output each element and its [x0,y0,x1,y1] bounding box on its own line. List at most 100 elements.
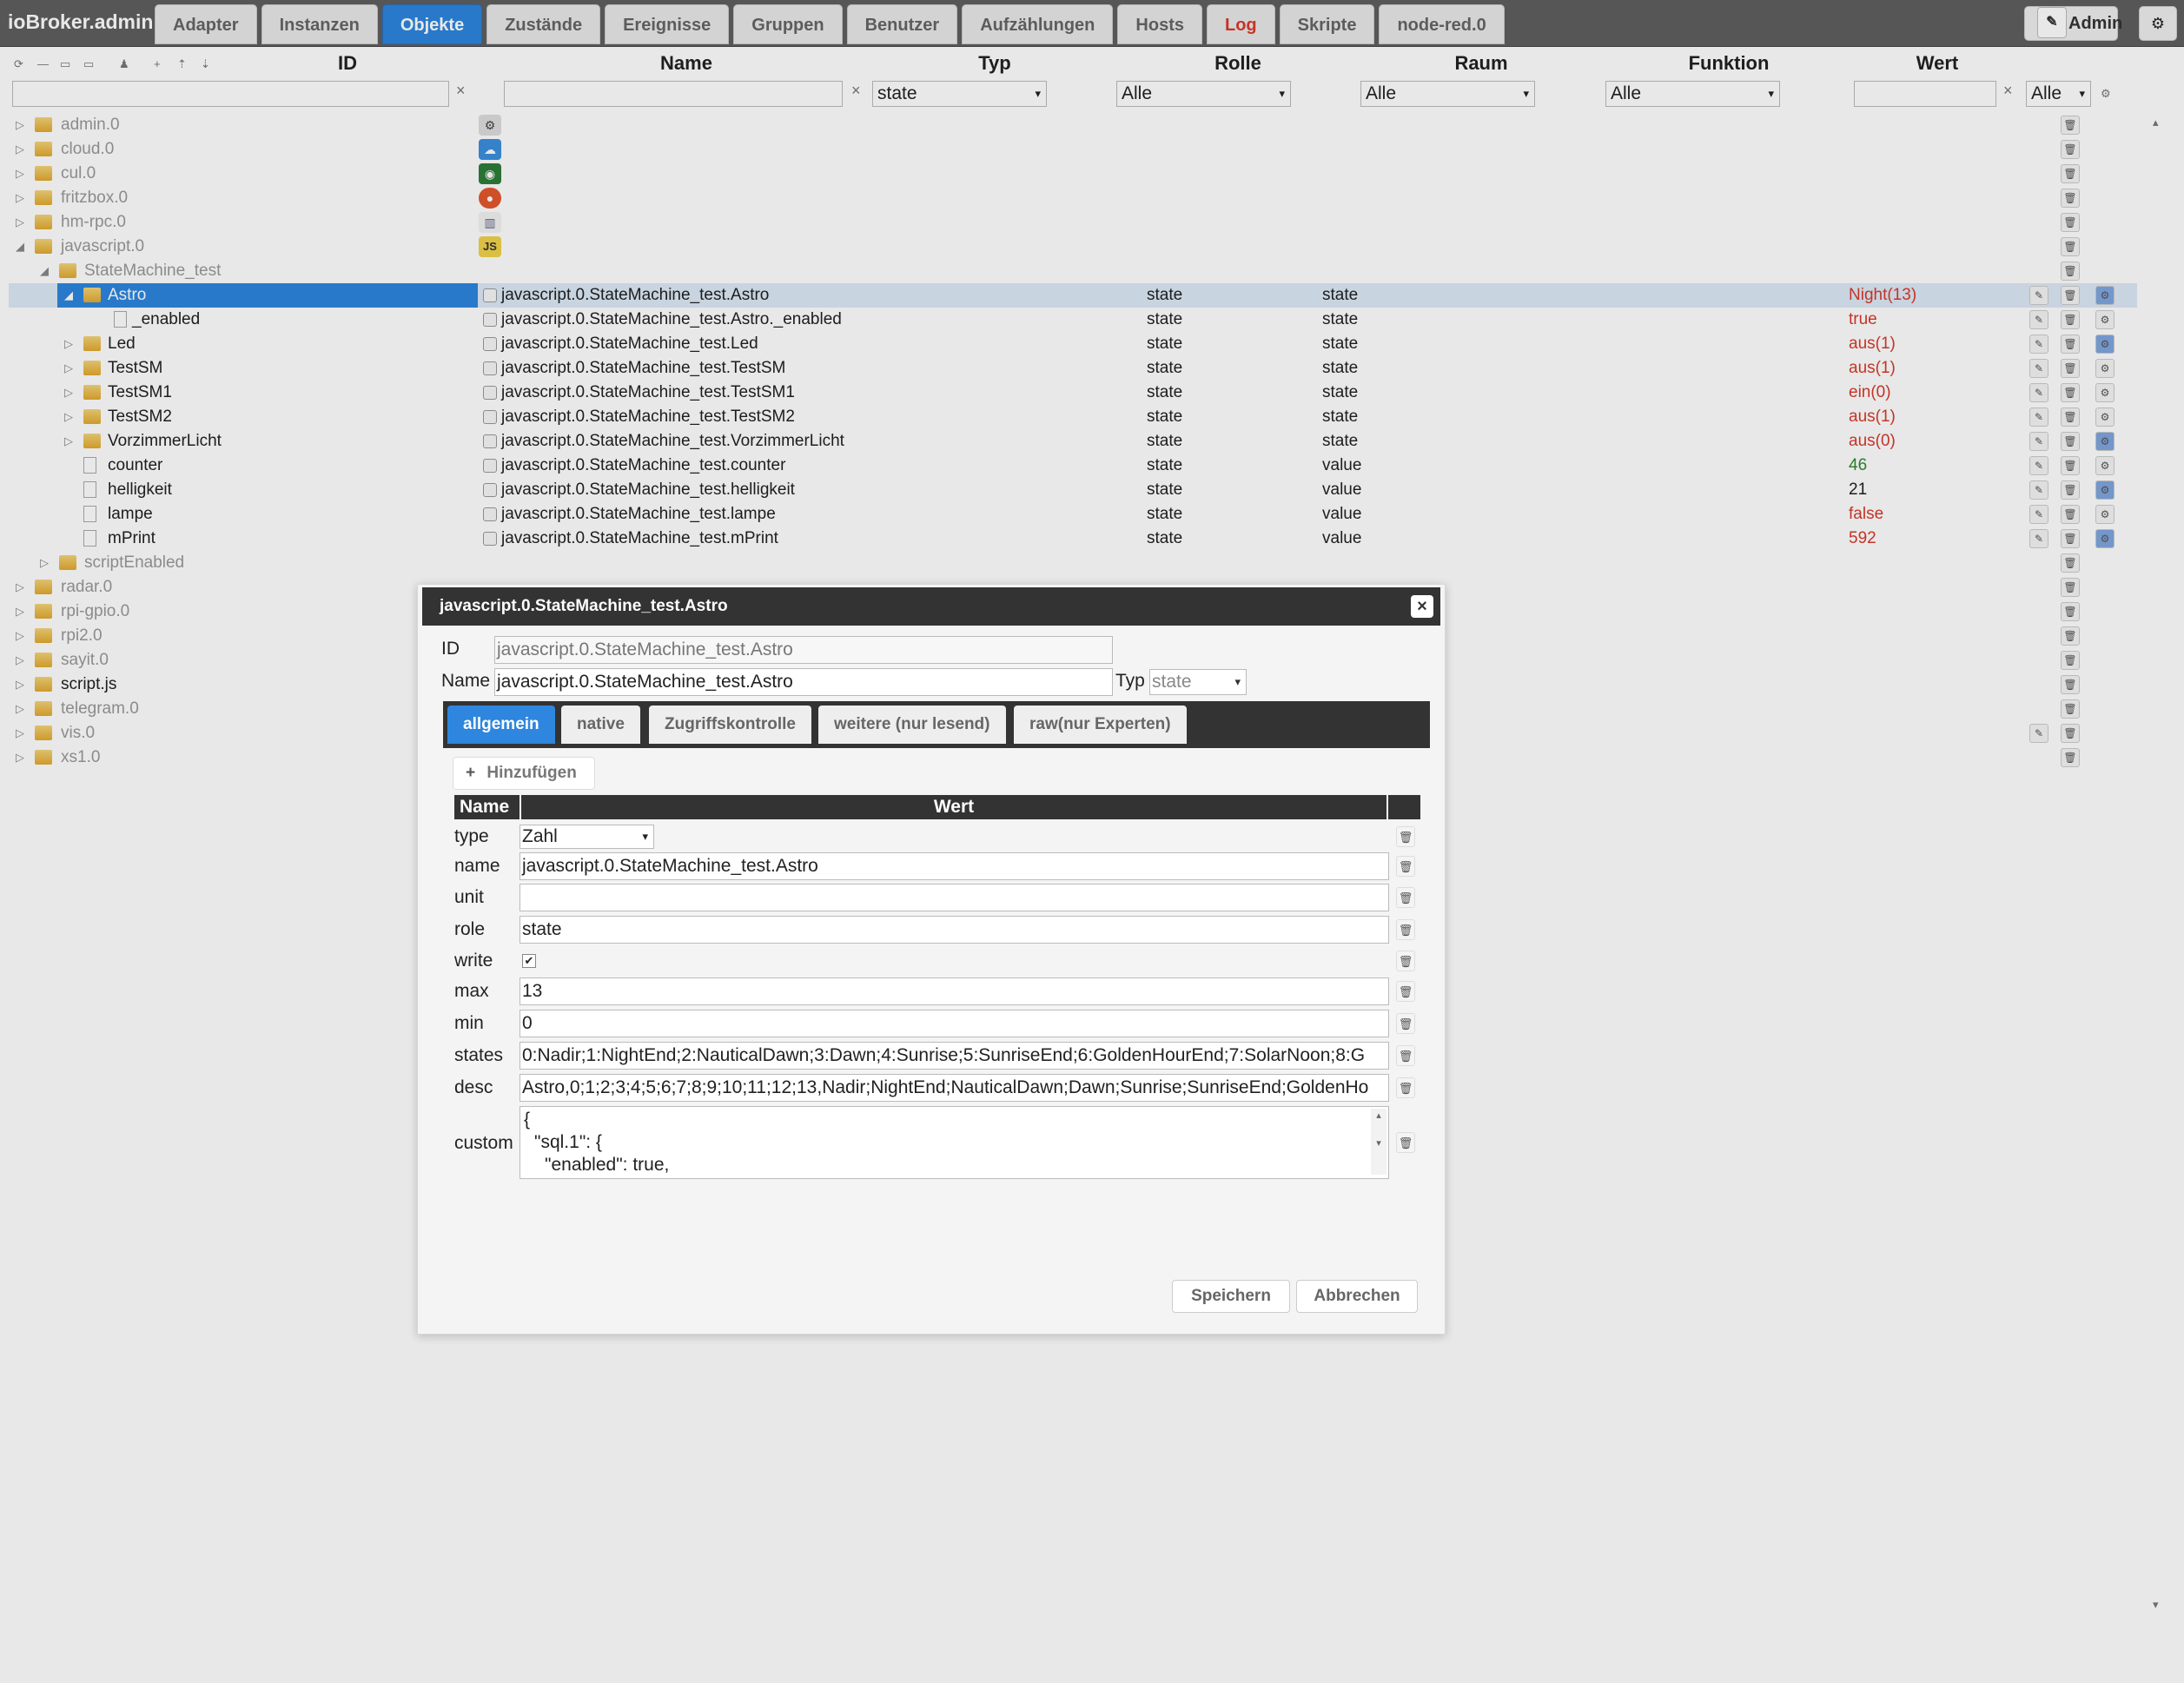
rolle-filter-select[interactable]: Alle ▾ [1116,81,1291,107]
tree-row-led[interactable]: ▷ Led javascript.0.StateMachine_test.Led… [0,332,2137,356]
tab-aufzaehlungen[interactable]: Aufzählungen [962,4,1114,44]
delete-icon[interactable]: 🗑 [2061,286,2080,305]
edit-icon[interactable]: ✎ [2029,407,2048,427]
tree-row-vorzimmerlicht[interactable]: ▷ VorzimmerLicht javascript.0.StateMachi… [0,429,2137,454]
max-value-input[interactable]: 13 [520,977,1389,1005]
history-icon[interactable]: ⚙ [2095,335,2115,354]
tree-row-hm-rpc[interactable]: ▷ hm-rpc.0 ▥ 🗑 [0,210,2137,235]
delete-icon[interactable]: 🗑 [1396,1077,1415,1098]
user-button[interactable]: ✎ Admin [2024,6,2122,41]
delete-icon[interactable]: 🗑 [2061,407,2080,427]
delete-icon[interactable]: 🗑 [2061,237,2080,256]
delete-icon[interactable]: 🗑 [2061,189,2080,208]
type-select[interactable]: Zahl ▾ [520,825,654,849]
role-value-input[interactable]: state [520,916,1389,944]
history-icon[interactable]: ⚙ [2095,407,2115,427]
min-value-input[interactable]: 0 [520,1010,1389,1037]
delete-icon[interactable]: 🗑 [1396,951,1415,971]
tree-row-testsm[interactable]: ▷ TestSM javascript.0.StateMachine_test.… [0,356,2137,381]
folder-open-icon[interactable]: ▭ [83,56,94,72]
edit-icon[interactable]: ✎ [2029,335,2048,354]
delete-icon[interactable]: 🗑 [2061,480,2080,500]
states-value-input[interactable]: 0:Nadir;1:NightEnd;2:NauticalDawn;3:Dawn… [520,1042,1389,1070]
tab-zugriffskontrolle[interactable]: Zugriffskontrolle [649,706,811,744]
delete-icon[interactable]: 🗑 [1396,1045,1415,1066]
delete-icon[interactable]: 🗑 [2061,651,2080,670]
tree-row-fritzbox[interactable]: ▷ fritzbox.0 ● 🗑 [0,186,2137,210]
delete-icon[interactable]: 🗑 [2061,724,2080,743]
edit-icon[interactable]: ✎ [2029,529,2048,548]
desc-value-input[interactable]: Astro,0;1;2;3;4;5;6;7;8;9;10;11;12;13,Na… [520,1074,1389,1102]
history-icon[interactable]: ⚙ [2095,383,2115,402]
delete-icon[interactable]: 🗑 [2061,553,2080,573]
write-checkbox[interactable]: ✔ [522,954,536,968]
wert-filter-select[interactable]: Alle ▾ [2026,81,2091,107]
delete-icon[interactable]: 🗑 [2061,505,2080,524]
delete-icon[interactable]: 🗑 [2061,335,2080,354]
add-icon[interactable]: + [154,56,161,72]
delete-icon[interactable]: 🗑 [2061,699,2080,719]
tree-row-astro[interactable]: ◢ Astro javascript.0.StateMachine_test.A… [0,283,2137,308]
delete-icon[interactable]: 🗑 [2061,432,2080,451]
tree-row-scriptenabled[interactable]: ▷ scriptEnabled 🗑 [0,551,2137,575]
tab-ereignisse[interactable]: Ereignisse [605,4,730,44]
delete-icon[interactable]: 🗑 [2061,262,2080,281]
tab-gruppen[interactable]: Gruppen [733,4,843,44]
tab-adapter[interactable]: Adapter [155,4,257,44]
delete-icon[interactable]: 🗑 [2061,456,2080,475]
delete-icon[interactable]: 🗑 [2061,310,2080,329]
tab-weitere[interactable]: weitere (nur lesend) [818,706,1006,744]
tab-allgemein[interactable]: allgemein [447,706,555,744]
tree-row-cul[interactable]: ▷ cul.0 ◉ 🗑 [0,162,2137,186]
history-icon[interactable]: ⚙ [2095,505,2115,524]
delete-icon[interactable]: 🗑 [2061,675,2080,694]
funktion-filter-select[interactable]: Alle ▾ [1605,81,1780,107]
tab-objekte[interactable]: Objekte [381,4,483,44]
delete-icon[interactable]: 🗑 [1396,856,1415,877]
edit-icon[interactable]: ✎ [2029,286,2048,305]
history-icon[interactable]: ⚙ [2095,286,2115,305]
tab-instanzen[interactable]: Instanzen [261,4,378,44]
save-button[interactable]: Speichern [1172,1280,1290,1313]
tree-row-mprint[interactable]: mPrint javascript.0.StateMachine_test.mP… [0,527,2137,551]
refresh-icon[interactable]: ⟳ [14,56,23,72]
delete-icon[interactable]: 🗑 [1396,826,1415,847]
folder-icon[interactable]: ▭ [60,56,70,72]
edit-icon[interactable]: ✎ [2029,724,2048,743]
user-icon[interactable]: ♟ [119,56,129,72]
tree-row-cloud[interactable]: ▷ cloud.0 ☁ 🗑 [0,137,2137,162]
wert-filter-input[interactable] [1854,81,1996,107]
delete-icon[interactable]: 🗑 [2061,602,2080,621]
history-icon[interactable]: ⚙ [2095,529,2115,548]
history-icon[interactable]: ⚙ [2095,456,2115,475]
name-value-input[interactable]: javascript.0.StateMachine_test.Astro [520,852,1389,880]
custom-textarea[interactable]: { "sql.1": { "enabled": true, ▴ ▾ [520,1106,1389,1179]
delete-icon[interactable]: 🗑 [2061,140,2080,159]
tab-zustaende[interactable]: Zustände [486,4,601,44]
settings-button[interactable]: ⚙ [2139,6,2177,41]
download-icon[interactable]: ⇣ [201,56,210,72]
tab-raw[interactable]: raw(nur Experten) [1014,706,1187,744]
tree-row-statemachine-folder[interactable]: ◢ StateMachine_test 🗑 [0,259,2137,283]
tree-row-admin[interactable]: ▷ admin.0 ⚙ 🗑 [0,113,2137,137]
edit-icon[interactable]: ✎ [2029,456,2048,475]
tree-row-testsm2[interactable]: ▷ TestSM2 javascript.0.StateMachine_test… [0,405,2137,429]
tree-row-enabled[interactable]: _enabled javascript.0.StateMachine_test.… [0,308,2137,332]
collapse-icon[interactable]: — [37,56,49,72]
edit-icon[interactable]: ✎ [2029,505,2048,524]
tab-native[interactable]: native [561,706,640,744]
delete-icon[interactable]: 🗑 [2061,116,2080,135]
tree-row-javascript[interactable]: ◢ javascript.0 JS 🗑 [0,235,2137,259]
scroll-down-icon[interactable]: ▾ [2153,1597,2159,1613]
unit-value-input[interactable] [520,884,1389,911]
delete-icon[interactable]: 🗑 [2061,748,2080,767]
name-field[interactable]: javascript.0.StateMachine_test.Astro [494,668,1113,696]
delete-icon[interactable]: 🗑 [1396,919,1415,940]
history-icon[interactable]: ⚙ [2095,359,2115,378]
history-icon[interactable]: ⚙ [2095,480,2115,500]
delete-icon[interactable]: 🗑 [2061,359,2080,378]
delete-icon[interactable]: 🗑 [1396,887,1415,908]
typ-filter-select[interactable]: state ▾ [872,81,1047,107]
delete-icon[interactable]: 🗑 [1396,1013,1415,1034]
delete-icon[interactable]: 🗑 [2061,626,2080,646]
